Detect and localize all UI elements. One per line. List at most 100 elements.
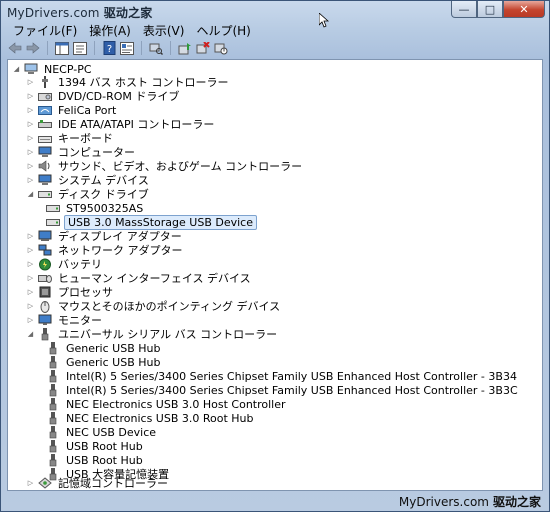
tree-node-label: 記憶域コントローラー [58,477,168,490]
tree-leaf-label: Intel(R) 5 Series/3400 Series Chipset Fa… [66,369,517,383]
tree-node-usb[interactable]: ◢ ユニバーサル シリアル バス コントローラー [26,327,279,341]
tree-leaf-label: NEC Electronics USB 3.0 Root Hub [66,411,254,425]
tree-node-storage[interactable]: ▷ 記憶域コントローラー [26,476,170,490]
help-button[interactable]: ? [101,40,117,56]
back-arrow-icon [8,42,22,54]
tree-node-label: DVD/CD-ROM ドライブ [58,90,180,103]
expand-arrow-icon[interactable]: ▷ [26,147,35,156]
tree-leaf-usb[interactable]: Generic USB Hub [46,341,162,355]
properties-sheet-icon [120,41,134,55]
battery-icon [38,258,52,271]
firewire-icon [38,76,52,89]
storage-controller-icon [38,477,52,490]
properties-button[interactable] [119,40,135,56]
expand-arrow-icon[interactable]: ▷ [26,119,35,128]
expand-arrow-icon[interactable]: ▷ [26,478,35,487]
tree-node-processor[interactable]: ▷ プロセッサ [26,285,115,299]
tree-leaf-disk-selected[interactable]: USB 3.0 MassStorage USB Device [46,214,257,230]
title-bar[interactable]: MyDrivers.com 驱动之家 — □ ✕ [1,1,549,28]
expand-arrow-icon[interactable]: ▷ [26,91,35,100]
tree-leaf-label: ST9500325AS [66,201,144,215]
maximize-button[interactable]: □ [477,1,503,18]
scan-hardware-button[interactable] [148,40,164,56]
watermark-top: MyDrivers.com 驱动之家 [7,4,153,21]
svg-text:?: ? [106,44,111,55]
uninstall-button[interactable] [195,40,211,56]
tree-leaf-label: USB Root Hub [66,453,143,467]
toolbar-separator [94,41,95,55]
tree-node-felica[interactable]: ▷ FeliCa Port [26,103,118,117]
back-button[interactable] [7,40,23,56]
usb-icon [38,327,52,341]
menu-help[interactable]: ヘルプ(H) [190,21,256,39]
expand-arrow-icon[interactable]: ▷ [26,245,35,254]
window-controls: — □ ✕ [451,1,545,18]
expand-arrow-icon[interactable]: ▷ [26,315,35,324]
tree-leaf-usb[interactable]: USB Root Hub [46,453,145,467]
tree-node-keyboard[interactable]: ▷ キーボード [26,131,115,145]
usb-icon [46,453,60,467]
disk-icon [46,202,60,215]
dvd-drive-icon [38,90,52,103]
expand-arrow-icon[interactable]: ▷ [26,259,35,268]
collapse-arrow-icon[interactable]: ◢ [26,329,35,338]
expand-arrow-icon[interactable]: ▷ [26,175,35,184]
forward-button[interactable] [25,40,41,56]
close-button[interactable]: ✕ [503,1,545,18]
usb-icon [46,369,60,383]
toolbar-separator [47,41,48,55]
tree-leaf-disk[interactable]: ST9500325AS [46,201,145,215]
tree-node-network[interactable]: ▷ ネットワーク アダプター [26,243,185,257]
display-adapter-icon [38,230,52,243]
properties-view-button[interactable] [72,40,88,56]
minimize-button[interactable]: — [451,1,477,18]
uninstall-icon [196,41,210,53]
expand-arrow-icon[interactable]: ▷ [26,133,35,142]
tree-node-ide[interactable]: ▷ IDE ATA/ATAPI コントローラー [26,117,216,131]
status-bar: MyDrivers.com 驱动之家 [1,491,549,511]
tree-node-monitor[interactable]: ▷ モニター [26,313,104,327]
expand-arrow-icon[interactable]: ▷ [26,231,35,240]
tree-node-display[interactable]: ▷ ディスプレイ アダプター [26,229,184,243]
tree-node-battery[interactable]: ▷ バッテリ [26,257,104,271]
expand-arrow-icon[interactable]: ▷ [26,301,35,310]
collapse-arrow-icon[interactable]: ◢ [12,64,21,73]
tree-node-sound[interactable]: ▷ サウンド、ビデオ、およびゲーム コントローラー [26,159,304,173]
felica-icon [38,104,52,117]
expand-arrow-icon[interactable]: ▷ [26,105,35,114]
computer-icon [24,63,38,76]
usb-icon [46,383,60,397]
forward-arrow-icon [26,42,40,54]
tree-leaf-usb[interactable]: NEC Electronics USB 3.0 Root Hub [46,411,256,425]
tree-leaf-label: USB Root Hub [66,439,143,453]
disable-button[interactable] [213,40,229,56]
tree-node-system[interactable]: ▷ システム デバイス [26,173,151,187]
collapse-arrow-icon[interactable]: ◢ [26,189,35,198]
menu-action[interactable]: 操作(A) [83,21,137,39]
tree-leaf-usb[interactable]: Intel(R) 5 Series/3400 Series Chipset Fa… [46,383,520,397]
tree-node-computer[interactable]: ▷ コンピューター [26,145,137,159]
update-driver-button[interactable] [177,40,193,56]
tree-leaf-usb[interactable]: USB Root Hub [46,439,145,453]
disk-icon [46,216,60,229]
menu-file[interactable]: ファイル(F) [7,21,83,39]
tree-leaf-usb[interactable]: NEC USB Device [46,425,158,439]
tree-leaf-usb[interactable]: Intel(R) 5 Series/3400 Series Chipset Fa… [46,369,519,383]
show-tree-button[interactable] [54,40,70,56]
tree-node-1394[interactable]: ▷ 1394 バス ホスト コントローラー [26,75,230,89]
tree-node-label: ユニバーサル シリアル バス コントローラー [58,328,278,341]
usb-icon [46,341,60,355]
tree-leaf-usb[interactable]: NEC Electronics USB 3.0 Host Controller [46,397,288,411]
tree-node-dvd[interactable]: ▷ DVD/CD-ROM ドライブ [26,89,181,103]
expand-arrow-icon[interactable]: ▷ [26,77,35,86]
tree-leaf-usb[interactable]: Generic USB Hub [46,355,162,369]
expand-arrow-icon[interactable]: ▷ [26,287,35,296]
tree-node-disk-drives[interactable]: ◢ ディスク ドライブ [26,187,151,201]
expand-arrow-icon[interactable]: ▷ [26,273,35,282]
sound-icon [38,160,52,173]
usb-icon [46,411,60,425]
expand-arrow-icon[interactable]: ▷ [26,161,35,170]
tree-node-hid[interactable]: ▷ ヒューマン インターフェイス デバイス [26,271,253,285]
menu-view[interactable]: 表示(V) [137,21,191,39]
tree-node-mouse[interactable]: ▷ マウスとそのほかのポインティング デバイス [26,299,282,313]
